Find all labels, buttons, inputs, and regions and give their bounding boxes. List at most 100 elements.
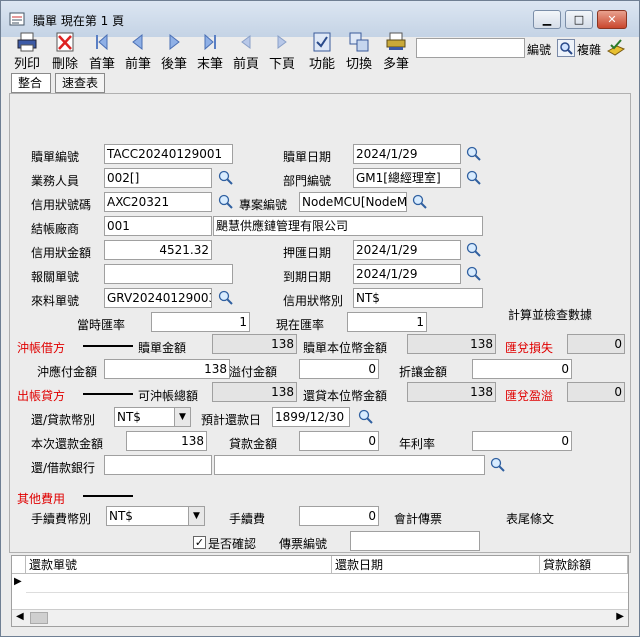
- confirmed-label: 是否確認: [208, 537, 257, 551]
- customs-no-field[interactable]: [104, 264, 233, 284]
- prev-record-button[interactable]: 前筆: [118, 31, 158, 72]
- repay-currency-value: NT$: [117, 410, 141, 424]
- due-date-picker-icon[interactable]: [465, 265, 481, 281]
- redeem-no-field[interactable]: TACC20240129001: [104, 144, 233, 164]
- redeem-amount-label: 贖單金額: [138, 341, 187, 355]
- est-repay-date-field[interactable]: 1899/12/30: [272, 407, 350, 427]
- delete-button[interactable]: 刪除: [45, 31, 85, 72]
- pledge-date-field[interactable]: 2024/1/29: [353, 240, 461, 260]
- switch-label: 切換: [345, 57, 372, 72]
- due-date-field[interactable]: 2024/1/29: [353, 264, 461, 284]
- discount-field[interactable]: 0: [472, 359, 572, 379]
- prev-page-label: 前頁: [232, 57, 259, 72]
- offset-pay-field[interactable]: 138: [104, 359, 230, 379]
- tab-quick-lookup[interactable]: 速查表: [55, 73, 105, 93]
- close-button[interactable]: ✕: [597, 10, 627, 29]
- fee-field[interactable]: 0: [299, 506, 379, 526]
- overpay-field[interactable]: 0: [299, 359, 379, 379]
- grid-header-repay-no[interactable]: 還款單號: [26, 556, 332, 574]
- maximize-button[interactable]: □: [565, 10, 593, 29]
- chevron-down-icon[interactable]: ▼: [188, 507, 204, 525]
- lc-lookup-icon[interactable]: [217, 193, 233, 209]
- fee-currency-select[interactable]: NT$ ▼: [106, 506, 205, 526]
- horizontal-scrollbar[interactable]: ◀ ▶: [12, 609, 628, 626]
- project-lookup-icon[interactable]: [411, 193, 427, 209]
- dept-field[interactable]: GM1[總經理室]: [353, 168, 461, 188]
- functions-label: 功能: [308, 57, 335, 72]
- copy-label: 複雜: [577, 43, 602, 57]
- lc-amount-field[interactable]: 4521.32: [104, 240, 212, 260]
- prev-page-button[interactable]: 前頁: [226, 31, 266, 72]
- search-input[interactable]: [416, 38, 525, 58]
- bank-code-field[interactable]: [104, 455, 212, 475]
- calc-check-label[interactable]: 計算並檢查數據: [508, 306, 592, 323]
- loan-amount-field[interactable]: 0: [299, 431, 379, 451]
- repay-currency-select[interactable]: NT$ ▼: [114, 407, 191, 427]
- footer-clause-label[interactable]: 表尾條文: [506, 510, 554, 527]
- fx-loss-field: 0: [567, 334, 625, 354]
- accounting-voucher-label[interactable]: 會計傳票: [394, 510, 442, 527]
- scroll-right-icon[interactable]: ▶: [616, 611, 624, 622]
- sales-field[interactable]: 002[]: [104, 168, 212, 188]
- minimize-button[interactable]: ▁: [533, 10, 561, 29]
- est-date-picker-icon[interactable]: [357, 408, 373, 424]
- next-page-label: 下頁: [268, 57, 295, 72]
- window-title: 贖單 現在第 1 頁: [33, 14, 125, 28]
- functions-button[interactable]: 功能: [302, 31, 342, 72]
- vendor-name-field[interactable]: 颶慧供應鏈管理有限公司: [213, 216, 483, 236]
- redeem-date-field[interactable]: 2024/1/29: [353, 144, 461, 164]
- fee-label: 手續費: [229, 512, 266, 526]
- chevron-down-icon[interactable]: ▼: [174, 408, 190, 426]
- date-picker-icon[interactable]: [465, 145, 481, 161]
- project-field[interactable]: NodeMCU[NodeMCU開: [299, 192, 407, 212]
- prev-page-icon: [241, 35, 251, 49]
- confirmed-checkbox[interactable]: ✓: [193, 536, 206, 549]
- search-icon[interactable]: [557, 39, 575, 57]
- loan-amount-label: 貸款金額: [229, 437, 278, 451]
- vendor-label: 結帳廠商: [31, 222, 80, 236]
- incoming-lookup-icon[interactable]: [217, 289, 233, 305]
- prev-record-label: 前筆: [124, 57, 151, 72]
- lc-currency-field[interactable]: NT$: [353, 288, 483, 308]
- this-repay-field[interactable]: 138: [126, 431, 207, 451]
- bank-lookup-icon[interactable]: [489, 456, 505, 472]
- printer-icon: [17, 32, 37, 52]
- multi-record-label: 多筆: [382, 57, 409, 72]
- next-record-button[interactable]: 後筆: [154, 31, 194, 72]
- discount-label: 折讓金額: [399, 365, 448, 379]
- next-page-button[interactable]: 下頁: [262, 31, 302, 72]
- debit-label: 沖帳借方: [17, 341, 66, 355]
- last-record-icon: [204, 33, 216, 51]
- code-label: 編號: [527, 43, 552, 57]
- grid-header-loan-balance[interactable]: 貸款餘額: [540, 556, 628, 574]
- overpay-label: 溢付金額: [229, 365, 278, 379]
- bank-name-field[interactable]: [214, 455, 485, 475]
- pledge-date-picker-icon[interactable]: [465, 241, 481, 257]
- lc-code-field[interactable]: AXC20321: [104, 192, 212, 212]
- credit-label: 出帳貸方: [17, 389, 66, 403]
- scroll-left-icon[interactable]: ◀: [16, 611, 24, 622]
- last-record-button[interactable]: 末筆: [190, 31, 230, 72]
- rate-then-field[interactable]: 1: [151, 312, 250, 332]
- multi-print-icon: [386, 32, 406, 50]
- voucher-field[interactable]: [350, 531, 480, 551]
- fx-loss-label: 匯兌損失: [505, 341, 554, 355]
- first-record-button[interactable]: 首筆: [82, 31, 122, 72]
- dept-lookup-icon[interactable]: [465, 169, 481, 185]
- multi-record-button[interactable]: 多筆: [376, 31, 416, 72]
- bank-label: 還/借款銀行: [31, 461, 96, 475]
- incoming-no-field[interactable]: GRV20240129003: [104, 288, 212, 308]
- sales-lookup-icon[interactable]: [217, 169, 233, 185]
- tab-integrated[interactable]: 整合: [11, 73, 51, 93]
- switch-button[interactable]: 切換: [339, 31, 379, 72]
- vendor-code-field[interactable]: 001: [104, 216, 212, 236]
- rate-now-field[interactable]: 1: [347, 312, 427, 332]
- loan-local-field: 138: [407, 382, 496, 402]
- print-button[interactable]: 列印: [7, 31, 47, 72]
- wand-icon[interactable]: [605, 37, 627, 59]
- grid-header-repay-date[interactable]: 還款日期: [332, 556, 540, 574]
- annual-rate-field[interactable]: 0: [472, 431, 572, 451]
- lc-amount-label: 信用狀金額: [31, 246, 92, 260]
- repayment-grid[interactable]: 還款單號 還款日期 貸款餘額 ▶ ◀ ▶: [11, 555, 629, 627]
- scrollbar-thumb[interactable]: [30, 612, 48, 624]
